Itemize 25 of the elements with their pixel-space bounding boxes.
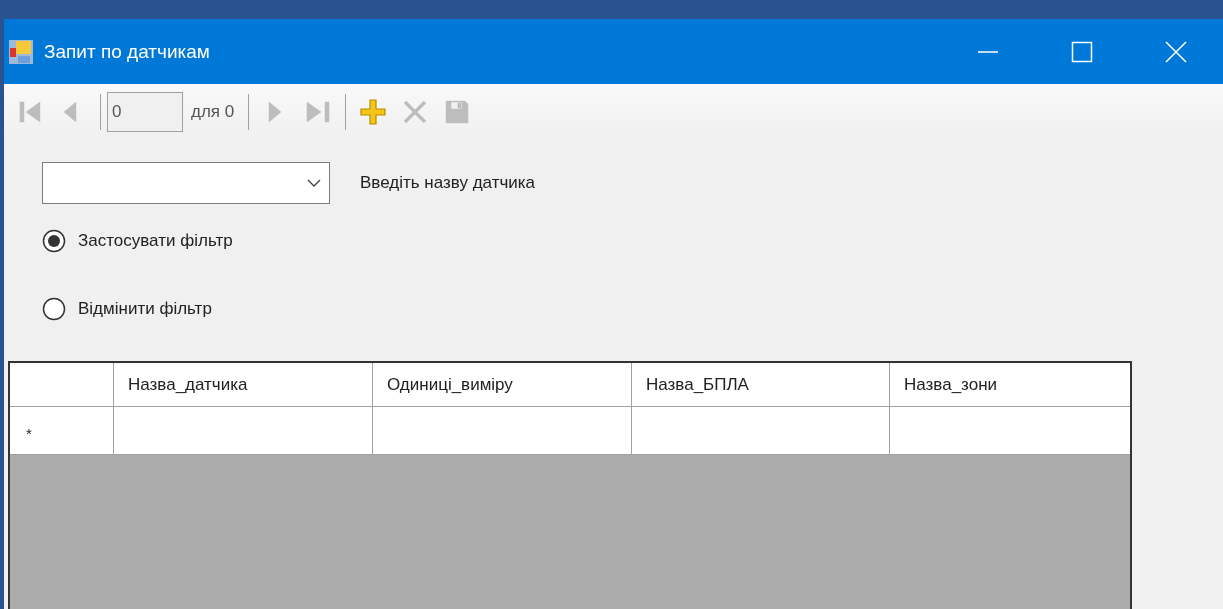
first-icon [18, 99, 44, 125]
table-cell[interactable] [373, 407, 632, 455]
minimize-icon [977, 50, 999, 53]
header-corner-cell[interactable] [10, 363, 114, 407]
column-header[interactable]: Назва_датчика [114, 363, 373, 407]
app-icon [8, 38, 34, 65]
maximize-icon [1071, 40, 1093, 63]
table-cell[interactable] [114, 407, 373, 455]
close-icon [1165, 40, 1187, 63]
combo-label: Введіть назву датчика [360, 173, 536, 193]
radio-option[interactable]: Відмінити фільтр [42, 294, 1223, 324]
new-row-marker: * [10, 407, 114, 455]
save-icon [444, 99, 471, 125]
column-header[interactable]: Назва_БПЛА [632, 363, 890, 407]
sensor-combo[interactable] [42, 162, 330, 204]
plus-icon [360, 99, 387, 125]
dropdown-caret-icon [307, 179, 321, 187]
window-title: Запит по датчикам [44, 40, 211, 63]
last-icon [305, 99, 332, 125]
table-cell[interactable] [632, 407, 890, 455]
delete-icon [402, 99, 429, 125]
position-field[interactable]: 0 [107, 92, 183, 132]
record-count: для 0 [191, 102, 235, 122]
radio-option[interactable]: Застосувати фільтр [42, 226, 1223, 256]
column-header[interactable]: Одиниці_виміру [373, 363, 632, 407]
